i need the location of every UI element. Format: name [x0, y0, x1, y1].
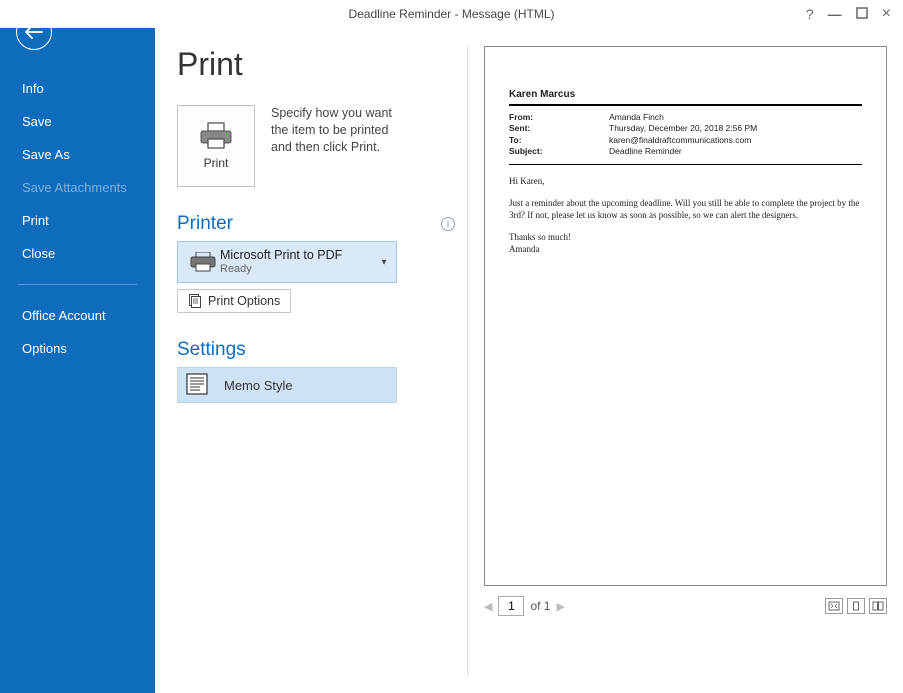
close-icon[interactable]: × — [882, 6, 891, 22]
memo-style-icon — [186, 373, 208, 398]
sidebar-item-save-attachments: Save Attachments — [0, 171, 155, 204]
hdr-sent-label: Sent: — [509, 123, 609, 134]
title-bar: Deadline Reminder - Message (HTML) ? — × — [0, 0, 903, 28]
hdr-subject-label: Subject: — [509, 146, 609, 157]
preview-pane: Karen Marcus From:Amanda Finch Sent:Thur… — [468, 28, 903, 693]
preview-footer: ◀ of 1 ▶ — [484, 596, 887, 616]
hdr-to-label: To: — [509, 135, 609, 146]
hdr-to-value: karen@finaldraftcommunications.com — [609, 135, 751, 146]
page-title: Print — [177, 46, 455, 83]
help-icon[interactable]: ? — [806, 7, 814, 21]
window-title: Deadline Reminder - Message (HTML) — [348, 7, 554, 21]
chevron-down-icon: ▼ — [380, 258, 388, 267]
minimize-icon[interactable]: — — [828, 7, 842, 21]
preview-rule-thick — [509, 104, 862, 106]
hdr-subject-value: Deadline Reminder — [609, 146, 682, 157]
printer-name: Microsoft Print to PDF — [220, 248, 342, 263]
hdr-sent-value: Thursday, December 20, 2018 2:56 PM — [609, 123, 757, 134]
print-options-icon — [188, 294, 202, 308]
body-greeting: Hi Karen, — [509, 175, 862, 187]
printer-small-icon — [186, 252, 220, 272]
print-options-label: Print Options — [208, 294, 280, 308]
sidebar-item-close[interactable]: Close — [0, 237, 155, 270]
sidebar-item-office-account[interactable]: Office Account — [0, 299, 155, 332]
content-area: Print Print Specify how you want the ite… — [155, 28, 903, 693]
body-closing1: Thanks so much! — [509, 231, 862, 243]
multi-page-icon[interactable] — [869, 598, 887, 614]
sidebar-item-options[interactable]: Options — [0, 332, 155, 365]
body-closing2: Amanda — [509, 243, 862, 255]
settings-section-title: Settings — [177, 339, 455, 361]
printer-section-label: Printer — [177, 213, 233, 235]
printer-select[interactable]: Microsoft Print to PDF Ready ▼ — [177, 241, 397, 283]
style-label: Memo Style — [224, 378, 293, 393]
printer-info-icon[interactable]: i — [441, 217, 455, 231]
settings-section-label: Settings — [177, 339, 246, 361]
next-page-icon[interactable]: ▶ — [556, 600, 564, 613]
zoom-controls — [825, 598, 887, 614]
print-description: Specify how you want the item to be prin… — [271, 105, 411, 156]
one-page-icon[interactable] — [847, 598, 865, 614]
maximize-icon[interactable] — [856, 7, 868, 21]
print-button-label: Print — [204, 156, 229, 170]
hdr-from-value: Amanda Finch — [609, 112, 664, 123]
printer-icon — [199, 122, 233, 150]
sidebar-item-save-as[interactable]: Save As — [0, 138, 155, 171]
print-options-button[interactable]: Print Options — [177, 289, 291, 313]
print-button[interactable]: Print — [177, 105, 255, 187]
printer-status: Ready — [220, 263, 342, 276]
zoom-fit-icon[interactable] — [825, 598, 843, 614]
preview-body: Hi Karen, Just a reminder about the upco… — [509, 175, 862, 256]
sidebar-item-save[interactable]: Save — [0, 105, 155, 138]
sidebar-separator — [18, 284, 137, 285]
page-number-input[interactable] — [498, 596, 524, 616]
body-para1: Just a reminder about the upcoming deadl… — [509, 197, 862, 221]
prev-page-icon[interactable]: ◀ — [484, 600, 492, 613]
hdr-from-label: From: — [509, 112, 609, 123]
preview-rule-thin — [509, 164, 862, 165]
sidebar-item-info[interactable]: Info — [0, 72, 155, 105]
printer-section-title: Printer i — [177, 213, 455, 235]
style-select[interactable]: Memo Style — [177, 367, 397, 403]
preview-recipient-name: Karen Marcus — [509, 89, 862, 102]
sidebar-item-print[interactable]: Print — [0, 204, 155, 237]
preview-page: Karen Marcus From:Amanda Finch Sent:Thur… — [484, 46, 887, 586]
window-controls: ? — × — [806, 0, 897, 28]
backstage-sidebar: Info Save Save As Save Attachments Print… — [0, 0, 155, 693]
pager: ◀ of 1 ▶ — [484, 596, 565, 616]
page-total-label: of 1 — [530, 599, 550, 613]
print-config-pane: Print Print Specify how you want the ite… — [155, 28, 467, 693]
